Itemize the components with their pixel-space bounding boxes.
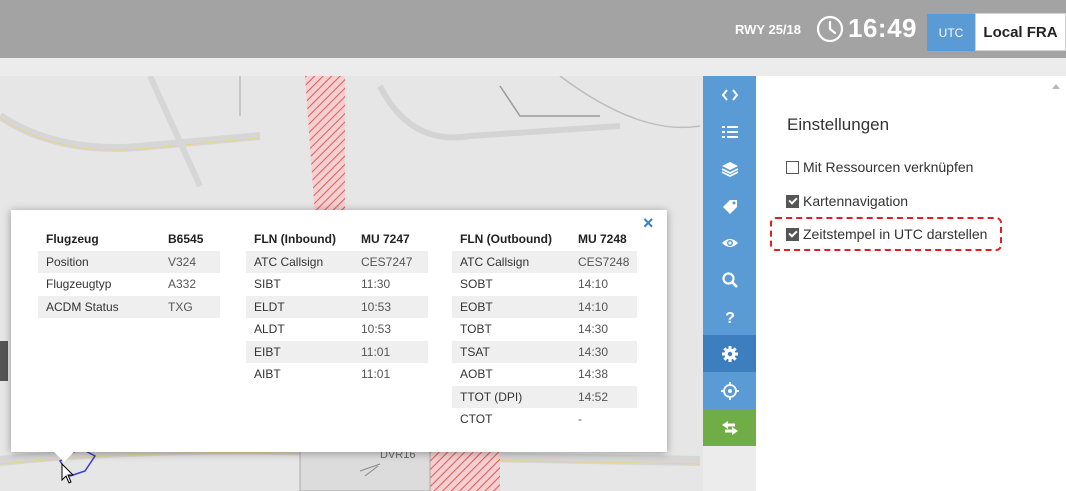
settings-button[interactable]	[703, 335, 756, 372]
table-cell: ATC Callsign	[452, 250, 570, 273]
table-cell: ELDT	[246, 295, 353, 318]
table-header: B6545	[168, 232, 204, 247]
table-header: Flugzeug	[46, 232, 99, 247]
link-resources-checkbox[interactable]	[786, 160, 799, 174]
table-cell: Flugzeugtyp	[46, 277, 112, 292]
table-header: FLN (Outbound)	[460, 232, 552, 247]
svg-text:?: ?	[725, 310, 735, 326]
table-header: FLN (Inbound)	[254, 232, 336, 247]
table-cell: SIBT	[254, 277, 281, 292]
eye-icon	[721, 238, 738, 247]
clock-icon	[816, 15, 844, 43]
table-cell: ACDM Status	[38, 295, 160, 318]
table-header: MU 7248	[578, 232, 627, 247]
table-cell: V324	[160, 250, 220, 273]
table-cell: EIBT	[246, 340, 353, 363]
list-button[interactable]	[703, 113, 756, 150]
table-cell: CTOT	[460, 412, 493, 427]
option-map-navigation[interactable]: Kartennavigation	[786, 193, 908, 209]
aircraft-table: Flugzeug B6545 Position V324 Flugzeugtyp A3…	[38, 228, 220, 318]
option-label: Mit Ressourcen verknüpfen	[803, 159, 974, 175]
map-navigation-checkbox[interactable]	[786, 194, 799, 208]
table-cell: A332	[168, 277, 197, 292]
table-cell: 10:53	[361, 322, 392, 337]
table-header: MU 7247	[361, 232, 410, 247]
table-cell: SOBT	[460, 277, 493, 292]
settings-panel: Einstellungen Mit Ressourcen verknüpfen …	[756, 76, 1066, 491]
table-cell: 14:38	[578, 367, 609, 382]
help-icon: ?	[725, 310, 735, 326]
table-cell: 11:30	[361, 277, 391, 292]
map-toolbar: ?	[703, 76, 756, 491]
labels-button[interactable]	[703, 187, 756, 224]
table-cell: ATC Callsign	[246, 250, 353, 273]
flight-info-popup: × Flugzeug B6545 Position V324 Flugzeugtyp…	[11, 210, 667, 452]
sub-bar	[0, 58, 1066, 76]
table-cell: ALDT	[254, 322, 285, 337]
code-icon	[721, 88, 738, 101]
popup-pointer	[53, 451, 75, 462]
runway-label: RWY 25/18	[735, 22, 802, 37]
table-cell: TXG	[160, 295, 220, 318]
table-cell: 14:10	[570, 295, 638, 318]
locate-button[interactable]	[703, 372, 756, 409]
table-cell: Position	[38, 250, 160, 273]
table-cell: AOBT	[460, 367, 493, 382]
visibility-button[interactable]	[703, 224, 756, 261]
table-cell: TTOT (DPI)	[452, 385, 570, 408]
search-icon	[721, 271, 738, 288]
table-cell: TOBT	[460, 322, 492, 337]
table-cell: 14:10	[578, 277, 609, 292]
list-icon	[721, 125, 738, 138]
table-cell: AIBT	[254, 367, 281, 382]
top-bar: RWY 25/18 16:49 UTC Local FRA	[0, 0, 1066, 58]
option-label: Kartennavigation	[803, 193, 909, 209]
settings-title: Einstellungen	[787, 115, 890, 134]
table-cell: CES7248	[570, 250, 638, 273]
search-button[interactable]	[703, 261, 756, 298]
inbound-table: FLN (Inbound) MU 7247 ATC Callsign CES7247…	[246, 228, 428, 386]
highlight-annotation	[770, 217, 1002, 251]
table-cell: 14:30	[570, 340, 638, 363]
tag-icon	[722, 199, 737, 214]
close-icon[interactable]: ×	[643, 213, 654, 234]
table-cell: 10:53	[353, 295, 428, 318]
table-cell: 11:01	[361, 367, 391, 382]
swap-icon	[721, 420, 738, 435]
crosshair-icon	[720, 381, 739, 400]
swap-button[interactable]	[703, 409, 756, 446]
outbound-table: FLN (Outbound) MU 7248 ATC Callsign CES724…	[452, 228, 638, 431]
toggle-panel-button[interactable]	[703, 76, 756, 113]
scroll-up-arrow-icon[interactable]	[1052, 84, 1060, 89]
utc-toggle-button[interactable]: UTC	[927, 14, 975, 51]
layers-icon	[721, 161, 738, 177]
table-cell: EOBT	[452, 295, 570, 318]
layers-button[interactable]	[703, 150, 756, 187]
table-cell: CES7247	[353, 250, 428, 273]
table-cell: 14:30	[578, 322, 609, 337]
table-cell: 14:52	[570, 385, 638, 408]
table-cell: TSAT	[452, 340, 570, 363]
help-button[interactable]: ?	[703, 298, 756, 335]
table-cell: 11:01	[353, 340, 428, 363]
mouse-cursor-icon	[61, 463, 75, 484]
gear-icon	[721, 345, 738, 362]
local-time-button[interactable]: Local FRA	[975, 13, 1066, 51]
option-link-resources[interactable]: Mit Ressourcen verknüpfen	[786, 159, 973, 175]
table-cell: -	[578, 412, 582, 427]
clock-time: 16:49	[848, 13, 917, 43]
